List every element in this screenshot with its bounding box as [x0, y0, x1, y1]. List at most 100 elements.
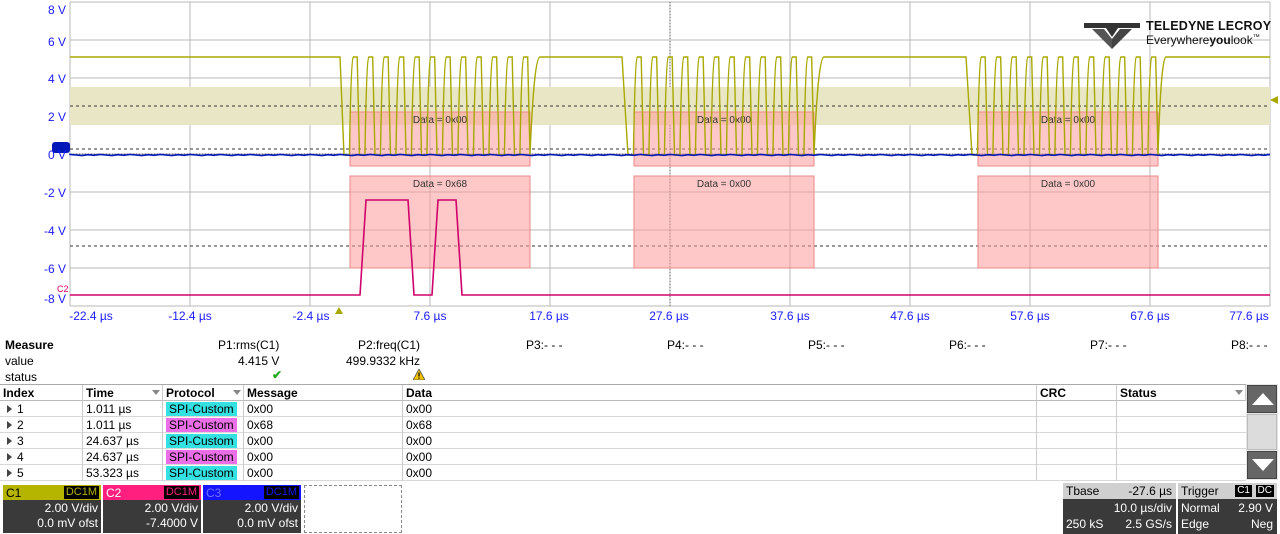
x-axis-label: 37.6 µs — [770, 309, 810, 323]
crc-cell — [1037, 417, 1117, 433]
data-cell: 0x00 — [403, 465, 1037, 481]
timebase-delay: -27.6 µs — [1128, 484, 1172, 498]
table-row[interactable]: 1 1.011 µs SPI-Custom 0x00 0x00 — [0, 401, 1246, 417]
teledyne-lecroy-logo: TELEDYNE LECROY Everywhereyoulook™ — [1082, 17, 1272, 51]
timebase-descriptor[interactable]: Tbase -27.6 µs 10.0 µs/div 250 kS 2.5 GS… — [1063, 483, 1176, 534]
value-row-label: value — [5, 354, 34, 368]
decode-label-lower: Data = 0x68 — [413, 179, 468, 190]
sort-dropdown-icon[interactable] — [233, 390, 241, 395]
col-header-message[interactable]: Message — [244, 385, 403, 401]
channel-coupling: DC1M — [263, 486, 299, 499]
param-p1-name[interactable]: P1:rms(C1) — [218, 338, 279, 352]
x-axis-label: 17.6 µs — [529, 309, 569, 323]
sort-dropdown-icon[interactable] — [1235, 390, 1243, 395]
data-cell: 0x00 — [403, 449, 1037, 465]
arrow-down-icon — [1252, 459, 1274, 471]
expand-cell[interactable]: 4 — [0, 449, 83, 465]
protocol-cell: SPI-Custom — [163, 417, 244, 433]
trigger-descriptor[interactable]: Trigger C1 DC Normal 2.90 V Edge Neg — [1178, 483, 1277, 534]
trigger-level-marker-icon — [1270, 96, 1278, 104]
protocol-badge: SPI-Custom — [166, 402, 237, 416]
status-ok-icon: ✔ — [272, 368, 283, 382]
col-header-status[interactable]: Status — [1117, 385, 1246, 401]
param-p2-value: 499.9332 kHz — [346, 354, 421, 368]
decode-table: Index Time Protocol Message Data CRC Sta… — [0, 384, 1246, 481]
time-cell: 1.011 µs — [83, 417, 163, 433]
timebase-header: Tbase -27.6 µs — [1063, 483, 1176, 499]
param-p8-name[interactable]: P8:- - - — [1231, 338, 1268, 352]
expand-arrow-icon[interactable] — [7, 453, 12, 461]
decode-label-lower: Data = 0x00 — [1041, 179, 1096, 190]
protocol-cell: SPI-Custom — [163, 449, 244, 465]
param-p3-name[interactable]: P3:- - - — [526, 338, 563, 352]
x-axis-label: 77.6 µs — [1229, 309, 1269, 323]
col-header-index[interactable]: Index — [0, 385, 83, 401]
message-cell: 0x00 — [244, 401, 403, 417]
channel-c3-descriptor[interactable]: C3 DC1M 2.00 V/div 0.0 mV ofst — [203, 485, 301, 533]
scroll-thumb[interactable] — [1247, 414, 1277, 450]
col-header-crc[interactable]: CRC — [1037, 385, 1117, 401]
y-axis-label: 2 V — [47, 110, 66, 124]
channel-c2-header: C2 DC1M — [103, 485, 201, 500]
channel-vdiv: 2.00 V/div — [44, 501, 98, 515]
param-p5-name[interactable]: P5:- - - — [808, 338, 845, 352]
y-axis-label: -8 V — [43, 292, 66, 306]
expand-arrow-icon[interactable] — [7, 437, 12, 445]
channel-name: C2 — [106, 486, 122, 500]
expand-cell[interactable]: 3 — [0, 433, 83, 449]
waveform-display[interactable]: Data = 0x00 Data = 0x68 Data = 0x00 Data = … — [0, 0, 1280, 336]
empty-descriptor-slot[interactable] — [304, 485, 402, 533]
param-p2-name[interactable]: P2:freq(C1) — [358, 338, 420, 352]
time-cell: 24.637 µs — [83, 433, 163, 449]
expand-cell[interactable]: 2 — [0, 417, 83, 433]
time-cell: 1.011 µs — [83, 401, 163, 417]
y-axis-label: -2 V — [43, 186, 66, 200]
timebase-tdiv: 10.0 µs/div — [1113, 501, 1172, 515]
table-row[interactable]: 2 1.011 µs SPI-Custom 0x68 0x68 — [0, 417, 1246, 433]
trigger-slope: Neg — [1250, 517, 1273, 531]
channel-c2-descriptor[interactable]: C2 DC1M 2.00 V/div -7.4000 V — [103, 485, 201, 533]
data-cell: 0x00 — [403, 401, 1037, 417]
expand-cell[interactable]: 5 — [0, 465, 83, 481]
y-axis-label: 8 V — [47, 3, 66, 17]
param-p7-name[interactable]: P7:- - - — [1090, 338, 1127, 352]
x-axis-label: -22.4 µs — [69, 309, 113, 323]
trigger-level: 2.90 V — [1238, 501, 1273, 515]
protocol-badge: SPI-Custom — [166, 450, 237, 464]
table-row[interactable]: 4 24.637 µs SPI-Custom 0x00 0x00 — [0, 449, 1246, 465]
trigger-coupling: DC — [1255, 485, 1274, 497]
scroll-down-button[interactable] — [1247, 451, 1277, 479]
trigger-label: Trigger — [1181, 484, 1219, 498]
y-axis-label: 0 V — [47, 148, 66, 162]
param-p4-name[interactable]: P4:- - - — [667, 338, 704, 352]
channel-offset: -7.4000 V — [145, 516, 198, 530]
col-header-time[interactable]: Time — [83, 385, 163, 401]
protocol-cell: SPI-Custom — [163, 433, 244, 449]
timebase-samples: 250 kS — [1066, 517, 1104, 531]
message-cell: 0x00 — [244, 449, 403, 465]
expand-arrow-icon[interactable] — [7, 421, 12, 429]
table-scrollbar[interactable] — [1246, 384, 1278, 480]
channel-offset: 0.0 mV ofst — [237, 516, 298, 530]
trigger-type: Edge — [1181, 517, 1210, 531]
channel-c1-descriptor[interactable]: C1 DC1M 2.00 V/div 0.0 mV ofst — [3, 485, 101, 533]
expand-arrow-icon[interactable] — [7, 405, 12, 413]
table-row[interactable]: 3 24.637 µs SPI-Custom 0x00 0x00 — [0, 433, 1246, 449]
scroll-up-button[interactable] — [1247, 385, 1277, 413]
channel-name: C1 — [6, 486, 22, 500]
y-axis-label: -6 V — [43, 262, 66, 276]
channel-vdiv: 2.00 V/div — [244, 501, 298, 515]
x-axis-label: 47.6 µs — [890, 309, 930, 323]
param-p6-name[interactable]: P6:- - - — [949, 338, 986, 352]
col-header-protocol[interactable]: Protocol — [163, 385, 244, 401]
table-row[interactable]: 5 53.323 µs SPI-Custom 0x00 0x00 — [0, 465, 1246, 481]
sort-dropdown-icon[interactable] — [152, 390, 160, 395]
col-header-data[interactable]: Data — [403, 385, 1037, 401]
trigger-channel: C1 — [1235, 485, 1252, 497]
crc-cell — [1037, 465, 1117, 481]
channel-c3-header: C3 DC1M — [203, 485, 301, 500]
expand-arrow-icon[interactable] — [7, 469, 12, 477]
expand-cell[interactable]: 1 — [0, 401, 83, 417]
time-cell: 53.323 µs — [83, 465, 163, 481]
data-cell: 0x00 — [403, 433, 1037, 449]
